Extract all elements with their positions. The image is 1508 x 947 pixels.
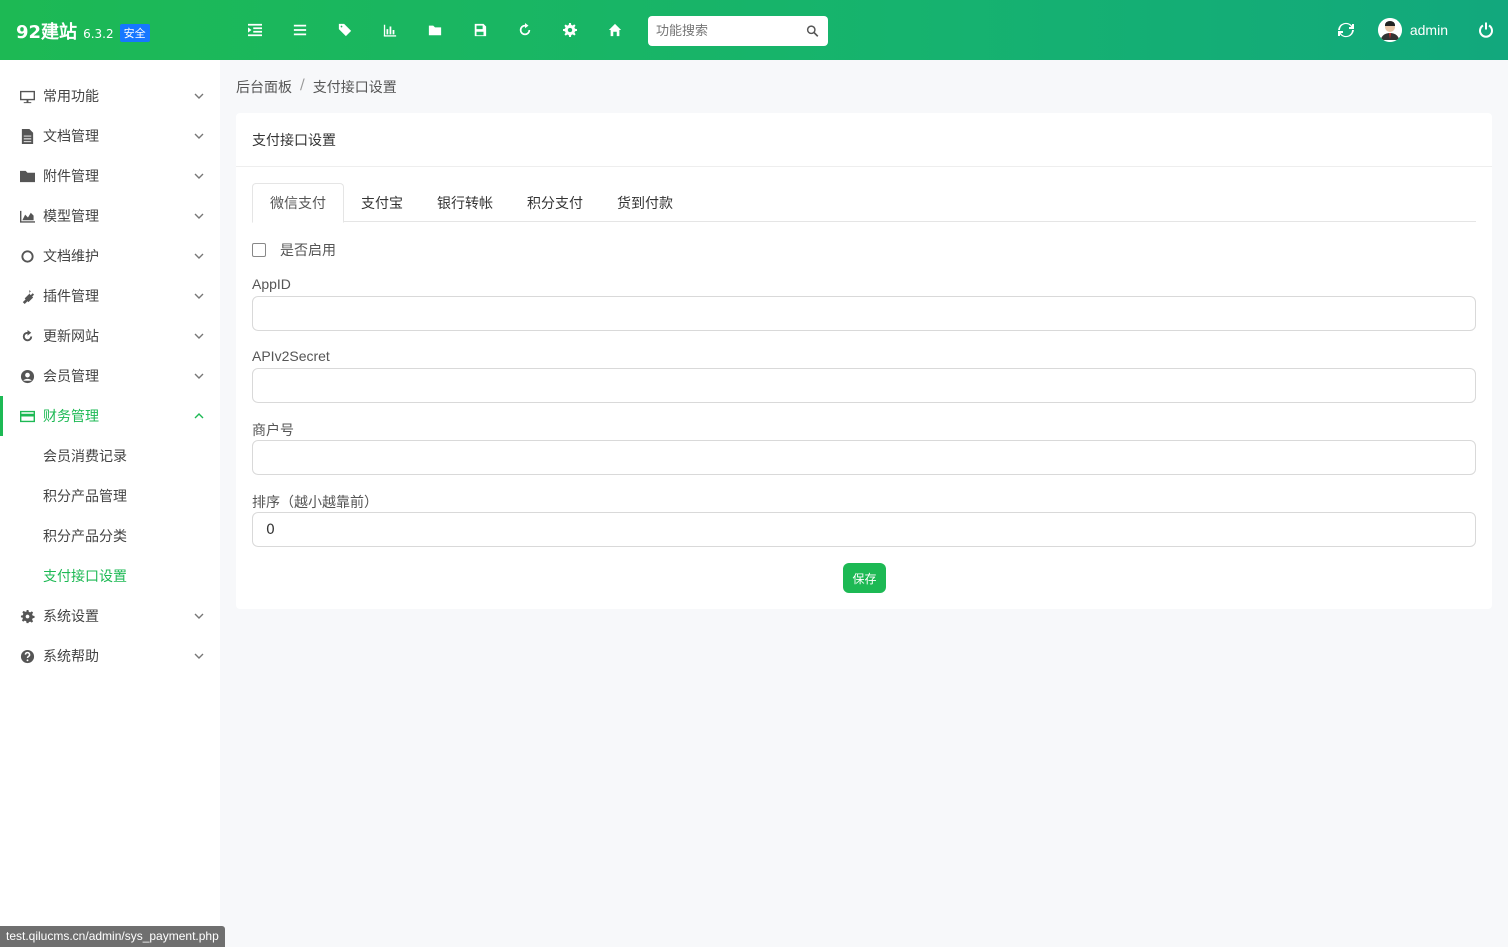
sidebar-item-label: 系统设置 <box>43 609 99 625</box>
file-icon <box>19 128 35 144</box>
breadcrumb: 后台面板 / 支付接口设置 <box>236 77 397 97</box>
chevron-down-icon <box>194 613 204 619</box>
breadcrumb-home[interactable]: 后台面板 <box>236 77 292 97</box>
sidebar-item-label: 常用功能 <box>43 89 99 105</box>
sidebar-item-label: 会员管理 <box>43 369 99 385</box>
indent-icon[interactable] <box>232 20 277 40</box>
chevron-down-icon <box>194 133 204 139</box>
sort-order-label: 排序（越小越靠前） <box>252 494 378 510</box>
sidebar-subitem-points-products[interactable]: 积分产品管理 <box>0 476 220 516</box>
payment-tabs: 微信支付 支付宝 银行转帐 积分支付 货到付款 <box>252 183 1476 223</box>
tab-wechat-pay[interactable]: 微信支付 <box>252 183 344 223</box>
circle-icon <box>19 248 35 264</box>
sidebar-item-maintenance[interactable]: 文档维护 <box>0 236 220 276</box>
enable-label: 是否启用 <box>280 243 336 259</box>
tab-alipay[interactable]: 支付宝 <box>344 183 420 222</box>
refresh-icon <box>19 328 35 344</box>
tab-cash-on-delivery[interactable]: 货到付款 <box>600 183 690 222</box>
sidebar-subitem-member-consumption[interactable]: 会员消费记录 <box>0 436 220 476</box>
chevron-down-icon <box>194 93 204 99</box>
refresh-icon[interactable] <box>502 20 547 40</box>
chevron-down-icon <box>194 213 204 219</box>
appid-label: AppID <box>252 276 291 292</box>
breadcrumb-separator: / <box>300 77 305 93</box>
chevron-up-icon <box>194 413 204 419</box>
sidebar-item-members[interactable]: 会员管理 <box>0 356 220 396</box>
enable-row: 是否启用 <box>252 240 336 260</box>
folder-icon[interactable] <box>412 20 457 40</box>
sidebar-item-label: 文档维护 <box>43 249 99 265</box>
area-chart-icon <box>19 208 35 224</box>
brand-name[interactable]: 92建站 <box>16 18 77 44</box>
tab-bank-transfer[interactable]: 银行转帐 <box>420 183 510 222</box>
security-badge: 安全 <box>119 24 150 42</box>
sidebar-item-label: 附件管理 <box>43 169 99 185</box>
avatar[interactable] <box>1377 18 1402 42</box>
merchant-id-label: 商户号 <box>252 422 294 438</box>
sidebar-item-label: 模型管理 <box>43 209 99 225</box>
sidebar-item-label: 财务管理 <box>43 409 99 425</box>
sidebar-item-label: 系统帮助 <box>43 649 99 665</box>
apiv2secret-label: APIv2Secret <box>252 348 330 364</box>
gear-icon[interactable] <box>547 20 592 40</box>
sidebar-subitem-payment-settings[interactable]: 支付接口设置 <box>0 556 220 596</box>
merchant-id-input[interactable] <box>252 440 1476 475</box>
top-bar: 92建站 6.3.2 安全 功能搜索 admin <box>0 0 1508 60</box>
breadcrumb-current: 支付接口设置 <box>312 80 397 96</box>
payment-settings-card: 支付接口设置 微信支付 支付宝 银行转帐 积分支付 货到付款 是否启用 AppI… <box>236 113 1492 609</box>
power-icon[interactable] <box>1478 22 1494 38</box>
chevron-down-icon <box>194 653 204 659</box>
top-right: admin <box>1337 0 1508 60</box>
user-circle-icon <box>19 368 35 384</box>
toolbar <box>232 20 637 40</box>
sidebar-item-documents[interactable]: 文档管理 <box>0 116 220 156</box>
gear-icon <box>19 608 35 624</box>
appid-input[interactable] <box>252 296 1476 331</box>
user-name[interactable]: admin <box>1410 22 1448 38</box>
sidebar-item-plugins[interactable]: 插件管理 <box>0 276 220 316</box>
apiv2secret-input[interactable] <box>252 368 1476 403</box>
sidebar-item-label: 插件管理 <box>43 289 99 305</box>
brand[interactable]: 92建站 6.3.2 安全 <box>16 18 150 44</box>
enable-checkbox[interactable] <box>252 243 266 257</box>
sidebar-item-update-site[interactable]: 更新网站 <box>0 316 220 356</box>
question-icon <box>19 648 35 664</box>
tags-icon[interactable] <box>322 20 367 40</box>
save-button[interactable]: 保存 <box>843 563 886 593</box>
refresh-icon[interactable] <box>1337 22 1354 38</box>
sidebar-item-system-settings[interactable]: 系统设置 <box>0 596 220 636</box>
sidebar-item-finance[interactable]: 财务管理 <box>0 396 220 436</box>
save-icon[interactable] <box>457 20 502 40</box>
search-input[interactable] <box>656 17 806 45</box>
chevron-down-icon <box>194 253 204 259</box>
sidebar-item-common[interactable]: 常用功能 <box>0 76 220 116</box>
sidebar-item-models[interactable]: 模型管理 <box>0 196 220 236</box>
chevron-down-icon <box>194 293 204 299</box>
list-icon[interactable] <box>277 20 322 40</box>
sidebar-subitem-points-categories[interactable]: 积分产品分类 <box>0 516 220 556</box>
home-icon[interactable] <box>592 20 637 40</box>
chevron-down-icon <box>194 173 204 179</box>
plug-icon <box>19 288 35 304</box>
card-title: 支付接口设置 <box>236 113 1492 167</box>
chevron-down-icon <box>194 373 204 379</box>
credit-card-icon <box>19 408 35 424</box>
tab-points-pay[interactable]: 积分支付 <box>510 183 600 222</box>
search-icon[interactable] <box>806 23 819 39</box>
folder-icon <box>19 168 35 184</box>
sort-order-input[interactable] <box>252 512 1476 547</box>
status-bar-url: test.qilucms.cn/admin/sys_payment.php <box>0 926 225 947</box>
bar-chart-icon[interactable] <box>367 20 412 40</box>
desktop-icon <box>19 88 35 104</box>
chevron-down-icon <box>194 333 204 339</box>
brand-version: 6.3.2 <box>83 27 114 41</box>
sidebar: 常用功能 文档管理 附件管理 模型管理 文档维护 插件管理 更新网站 会员管理 <box>0 60 220 947</box>
search-box <box>648 16 828 46</box>
sidebar-item-attachments[interactable]: 附件管理 <box>0 156 220 196</box>
sidebar-item-system-help[interactable]: 系统帮助 <box>0 636 220 676</box>
sidebar-item-label: 更新网站 <box>43 329 99 345</box>
sidebar-item-label: 文档管理 <box>43 129 99 145</box>
